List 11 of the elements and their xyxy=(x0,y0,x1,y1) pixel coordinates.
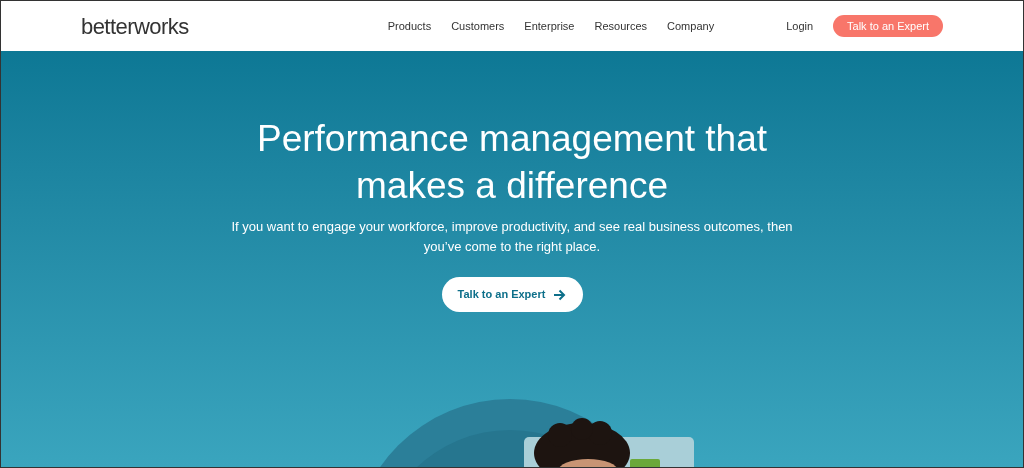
arrow-icon xyxy=(553,288,567,301)
nav-link[interactable]: Enterprise xyxy=(524,17,575,35)
nav-link[interactable]: Products xyxy=(387,17,432,35)
nav-link[interactable]: Resources xyxy=(594,17,648,35)
login-link[interactable]: Login xyxy=(786,17,814,35)
hero-title: Performance management that makes a difference xyxy=(256,117,768,208)
logo[interactable]: betterworks xyxy=(81,9,189,43)
nav-link[interactable]: Company xyxy=(667,17,715,35)
hero-subtitle: If you want to engage your workforce, improve productivity, and see real business outcomes, then you’ve come to the right place. xyxy=(230,218,794,256)
talk-button[interactable]: Talk to an Expert xyxy=(441,277,583,312)
nav-link[interactable]: Customers xyxy=(451,17,505,35)
